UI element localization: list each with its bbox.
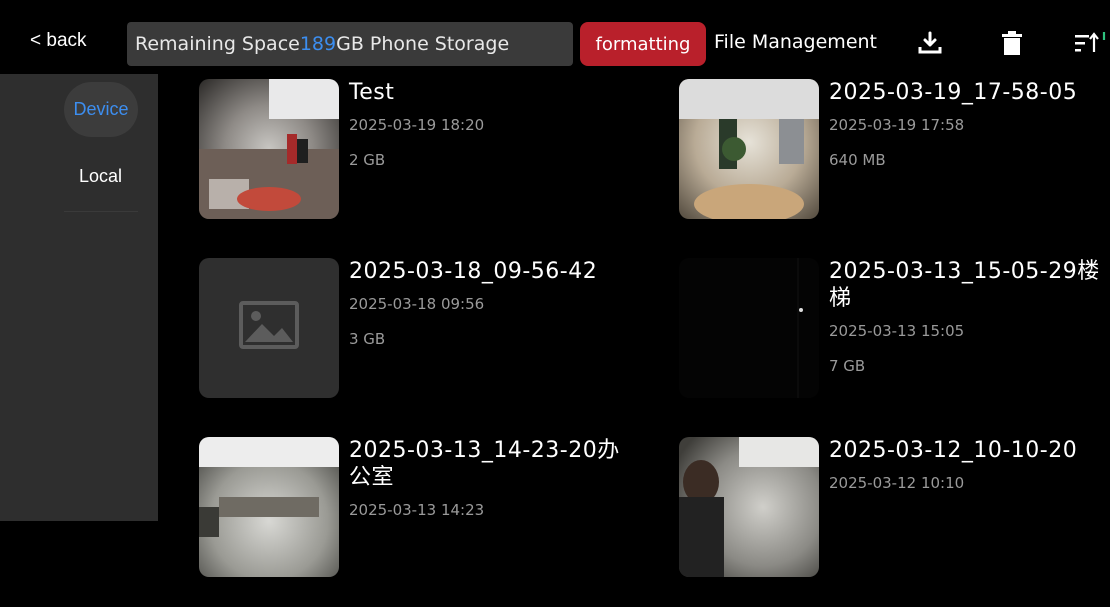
file-datetime: 2025-03-18 09:56 [349,295,485,313]
file-item[interactable]: 2025-03-13_14-23-20办公室 2025-03-13 14:23 [199,437,629,607]
file-thumbnail[interactable] [679,79,819,219]
file-thumbnail[interactable] [679,258,819,398]
file-name: 2025-03-18_09-56-42 [349,259,598,284]
file-management-label[interactable]: File Management [714,31,877,53]
file-datetime: 2025-03-19 18:20 [349,116,485,134]
tab-divider [64,211,138,212]
file-item[interactable]: 2025-03-19_17-58-05 2025-03-19 17:58 640… [679,79,1109,249]
file-name: 2025-03-13_14-23-20办公室 [349,438,620,490]
file-thumbnail[interactable] [199,258,339,398]
trash-icon[interactable] [1000,30,1024,60]
file-thumbnail[interactable] [679,437,819,577]
tab-device[interactable]: Device [64,82,138,137]
file-name: 2025-03-13_15-05-29楼梯 [829,259,1100,311]
back-button[interactable]: < back [30,30,87,52]
image-placeholder-icon [239,301,299,349]
storage-indicator: Remaining Space 189 GB Phone Storage [127,22,573,66]
tab-local[interactable]: Local [79,166,122,187]
file-item[interactable]: Test 2025-03-19 18:20 2 GB [199,79,629,249]
download-icon[interactable] [917,30,943,60]
file-datetime: 2025-03-13 15:05 [829,322,965,340]
file-item[interactable]: 2025-03-18_09-56-42 2025-03-18 09:56 3 G… [199,258,629,428]
storage-value: 189 [299,33,337,55]
file-thumbnail[interactable] [199,79,339,219]
file-name: 2025-03-19_17-58-05 [829,80,1078,105]
file-item[interactable]: 2025-03-13_15-05-29楼梯 2025-03-13 15:05 7… [679,258,1109,428]
storage-label: Remaining Space [135,33,300,55]
storage-unit-label: GB Phone Storage [336,33,510,55]
file-datetime: 2025-03-19 17:58 [829,116,965,134]
file-thumbnail[interactable] [199,437,339,577]
top-bar: < back Remaining Space 189 GB Phone Storag… [0,0,1110,74]
file-datetime: 2025-03-13 14:23 [349,501,485,519]
file-datetime: 2025-03-12 10:10 [829,474,965,492]
file-size: 640 MB [829,151,886,169]
file-size: 3 GB [349,330,386,348]
file-name: 2025-03-12_10-10-20 [829,438,1078,463]
file-size: 2 GB [349,151,386,169]
file-size: 7 GB [829,357,866,375]
sidebar [0,74,158,521]
sort-icon[interactable] [1074,30,1110,60]
format-button[interactable]: formatting [580,22,706,66]
file-name: Test [349,80,395,105]
file-item[interactable]: 2025-03-12_10-10-20 2025-03-12 10:10 [679,437,1109,607]
